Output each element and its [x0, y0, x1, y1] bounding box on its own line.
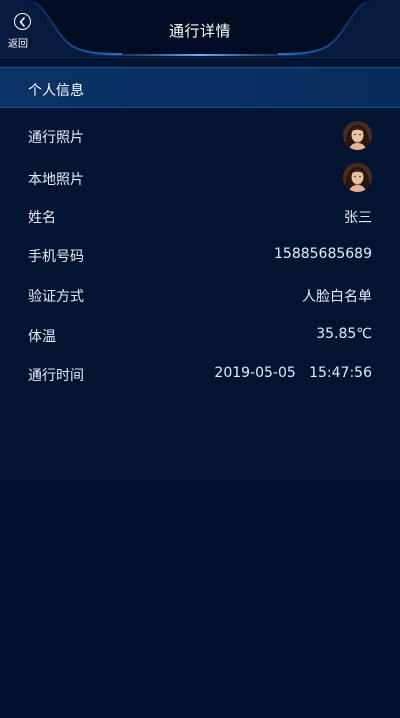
- row-name: 姓名 张三: [0, 198, 400, 234]
- section-personal-info: 个人信息: [0, 67, 400, 108]
- row-local-photo: 本地照片: [0, 160, 400, 196]
- row-value: 15885685689: [274, 246, 372, 262]
- row-value: 2019-05-05 15:47:56: [214, 365, 372, 381]
- row-value: 人脸白名单: [302, 289, 372, 305]
- row-phone: 手机号码 15885685689: [0, 237, 400, 273]
- row-label: 本地照片: [28, 172, 84, 188]
- row-verify-method: 验证方式 人脸白名单: [0, 277, 400, 313]
- row-temperature: 体温 35.85℃: [0, 317, 400, 353]
- row-label: 体温: [28, 329, 56, 345]
- header-bar: 返回 通行详情: [0, 0, 400, 58]
- row-label: 通行时间: [28, 368, 84, 384]
- row-pass-time: 通行时间 2019-05-05 15:47:56: [0, 356, 400, 392]
- row-value: 张三: [344, 210, 372, 226]
- row-value: 35.85℃: [316, 326, 372, 342]
- row-label: 手机号码: [28, 249, 84, 265]
- pass-detail-page: 返回 通行详情 个人信息 通行照片 本地照片 姓名 张三 手机号码 158856…: [0, 0, 400, 718]
- row-label: 姓名: [28, 210, 56, 226]
- section-title: 个人信息: [28, 83, 84, 99]
- pass-photo-avatar[interactable]: [343, 121, 372, 150]
- page-title: 通行详情: [168, 22, 231, 40]
- row-label: 验证方式: [28, 289, 84, 305]
- row-label: 通行照片: [28, 130, 84, 146]
- local-photo-avatar[interactable]: [343, 163, 372, 192]
- row-pass-photo: 通行照片: [0, 118, 400, 154]
